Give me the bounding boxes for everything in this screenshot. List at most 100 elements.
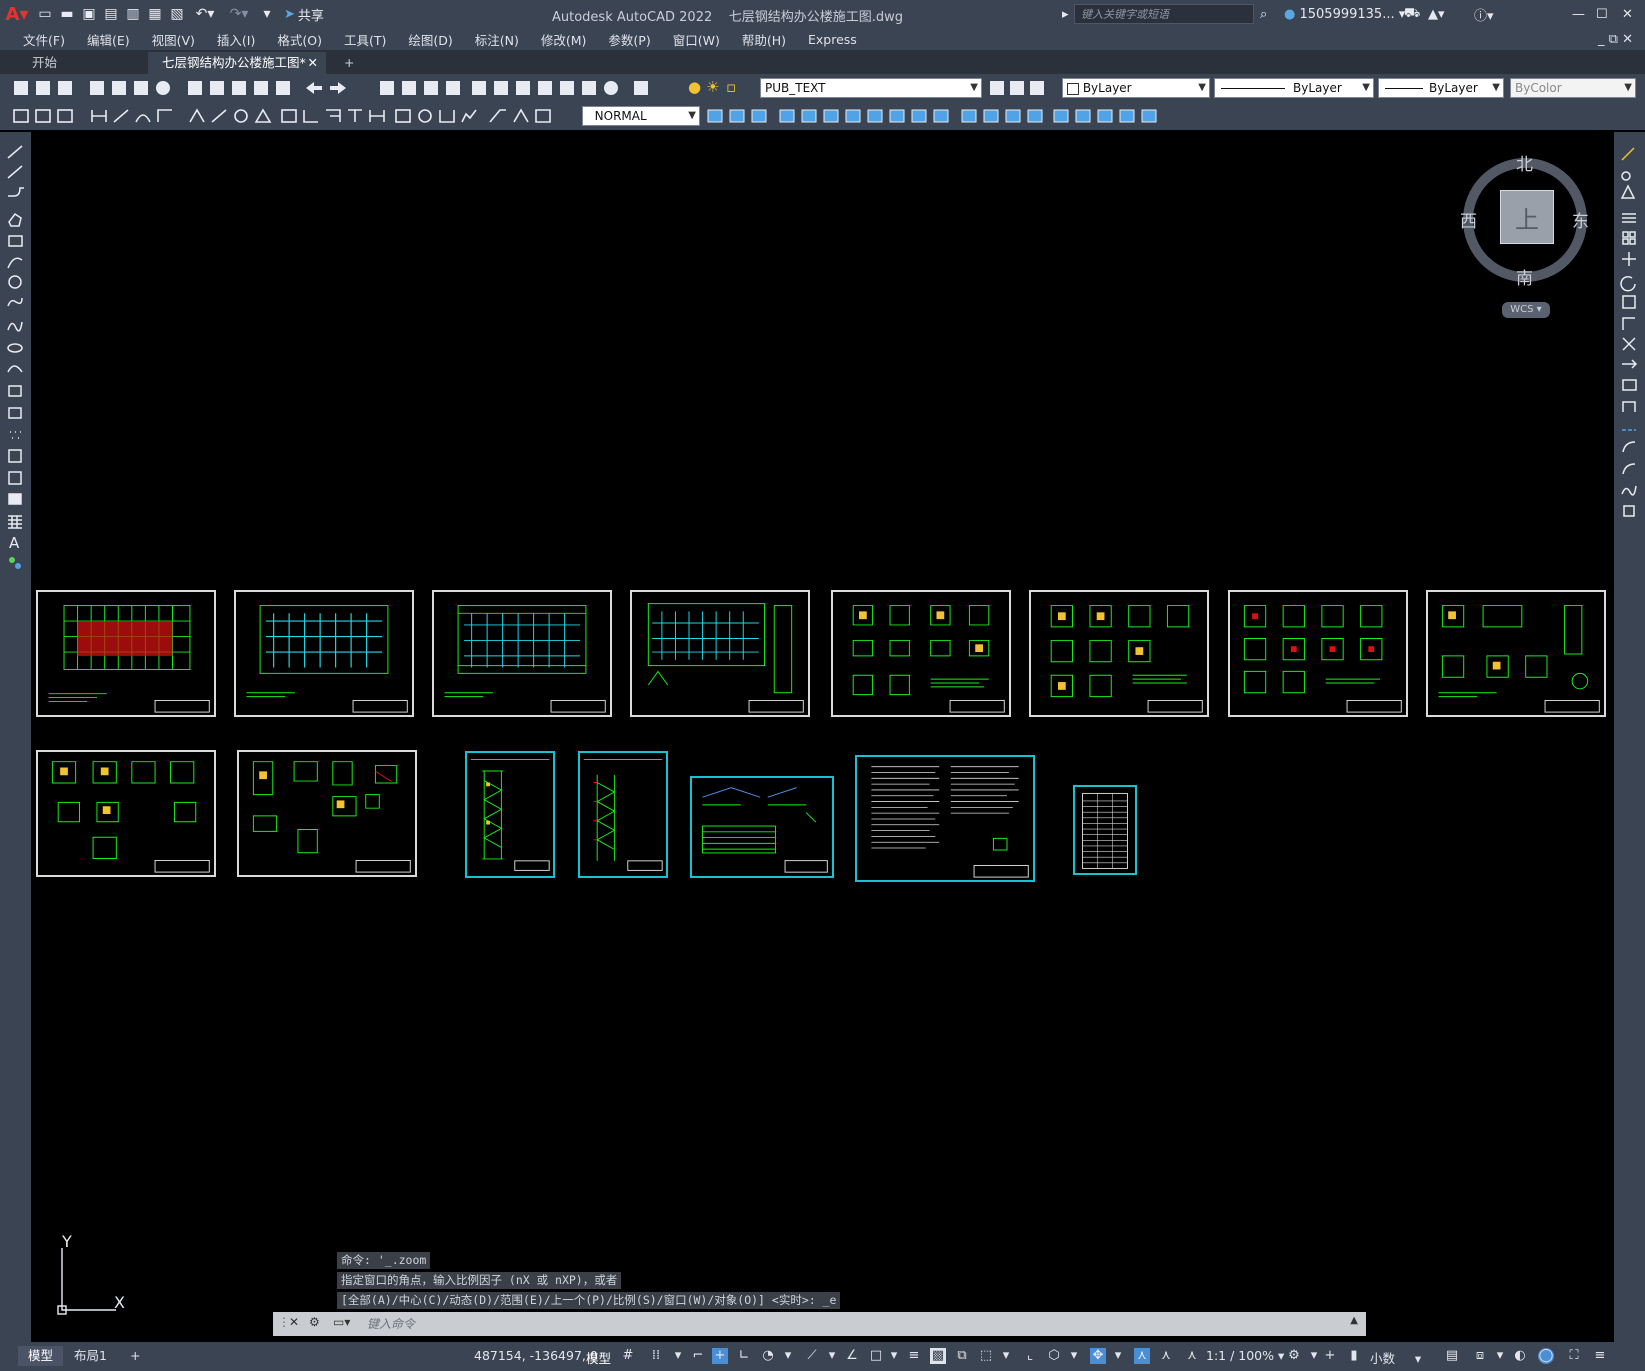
drawing-sheet[interactable] [855,755,1035,882]
dropdown-icon[interactable]: ▾ [670,1348,686,1364]
open-file-icon[interactable]: ▬ [56,3,78,25]
publish-icon[interactable]: ▥ [122,3,144,25]
tab-close-icon[interactable]: ✕ [308,52,318,74]
clean-screen-icon[interactable]: ⛶ [1566,1348,1582,1364]
menu-format[interactable]: 格式(O) [266,30,333,49]
drawing-sheet[interactable] [690,776,834,878]
drawing-sheet[interactable] [234,590,414,717]
drawing-sheet[interactable] [1426,590,1606,717]
layer-on-icon[interactable]: ● [688,78,708,98]
draw-tool-icons[interactable]: A [0,140,31,600]
redo-icon[interactable]: ↷▾ [222,3,256,25]
quick-properties-icon[interactable]: ▤ [1444,1348,1460,1364]
viewcube-top-face[interactable]: 上 [1500,190,1554,244]
drawing-sheet[interactable] [465,751,555,878]
menu-dimension[interactable]: 标注(N) [464,30,530,49]
modify-tool-icons[interactable] [1614,142,1645,542]
menu-express[interactable]: Express [797,32,868,47]
drawing-sheet[interactable] [1029,590,1209,717]
lineweight-dropdown[interactable]: ByLayer ▼ [1378,78,1504,98]
3d-osnap-icon[interactable]: ⬚ [978,1348,994,1364]
dropdown-icon[interactable]: ▾ [998,1348,1014,1364]
isolate-objects-icon[interactable]: ◐ [1512,1348,1528,1364]
new-tab-button[interactable]: + [330,52,368,74]
tab-model[interactable]: 模型 [18,1346,64,1366]
menu-window[interactable]: 窗口(W) [662,30,731,49]
customize-icon[interactable]: ⚙ [309,1315,320,1329]
modify-toolbar-icons[interactable] [704,102,1204,130]
share-button[interactable]: ➤ 共享 [284,5,324,24]
add-layout-button[interactable]: + [120,1346,150,1366]
recent-commands-icon[interactable]: ▭▾ [333,1315,350,1329]
plotstyle-dropdown[interactable]: ByColor ▼ [1510,78,1636,98]
infer-constraints-icon[interactable]: ⌐ [690,1348,706,1364]
cart-icon[interactable]: ⛟ [1404,4,1420,24]
units-dropdown[interactable]: 小数 ▾ [1370,1348,1421,1367]
layer-tool-icons[interactable] [986,74,1050,102]
annotation-visibility-icon[interactable]: ⋏ [1134,1348,1150,1364]
layer-dropdown[interactable]: PUB_TEXT ▼ [760,78,982,98]
drawing-sheet[interactable] [578,751,668,878]
gizmo-icon[interactable]: ✥ [1090,1348,1106,1364]
dropdown-icon[interactable]: ▾ [1492,1348,1508,1364]
auto-scale-icon[interactable]: ⋏ [1158,1348,1174,1364]
space-toggle[interactable]: 模型 [586,1348,611,1367]
osnap-icon[interactable]: □ [868,1348,884,1364]
compass-east[interactable]: 东 [1572,207,1589,232]
linetype-dropdown[interactable]: ByLayer ▼ [1214,78,1374,98]
menu-modify[interactable]: 修改(M) [530,30,598,49]
menu-parametric[interactable]: 参数(P) [597,30,661,49]
lineweight-icon[interactable]: ≡ [906,1348,922,1364]
tab-active-drawing[interactable]: 七层钢结构办公楼施工图* ✕ [148,52,326,74]
save-as-icon[interactable]: ▤ [100,3,122,25]
snap-icon[interactable]: ⁞⁞ [648,1348,664,1364]
dynamic-input-icon[interactable]: + [712,1348,728,1364]
workspace-gear-icon[interactable]: ⚙ [1286,1348,1302,1364]
selection-cycling-icon[interactable]: ⧉ [954,1348,970,1364]
compass-south[interactable]: 南 [1516,264,1533,289]
quick-access-dropdown-icon[interactable]: ▾ [256,3,278,25]
menu-insert[interactable]: 插入(I) [206,30,266,49]
menu-tools[interactable]: 工具(T) [333,30,397,49]
isodraft-icon[interactable]: ⟋ [804,1348,820,1364]
drawing-sheet[interactable] [36,590,216,717]
document-window-controls[interactable]: _ ⧉ ✕ [1598,32,1633,47]
drawing-sheet[interactable] [237,750,417,877]
search-input[interactable]: 键入关键字或短语 [1074,4,1254,24]
coordinate-readout[interactable]: 487154, -136497, 0 [474,1348,598,1363]
menu-edit[interactable]: 编辑(E) [76,30,141,49]
dropdown-icon[interactable]: ▾ [1306,1348,1322,1364]
help-icon[interactable]: ⓘ▾ [1474,4,1494,24]
annotation-scale-icon[interactable]: ⋏ [1184,1348,1200,1364]
drawing-sheet[interactable] [1073,785,1137,875]
autocad-logo-icon[interactable]: A▾ [0,4,34,25]
compass-north[interactable]: 北 [1516,150,1533,175]
wcs-menu-button[interactable]: WCS ▾ [1502,302,1550,318]
dropdown-icon[interactable]: ▾ [824,1348,840,1364]
dropdown-icon[interactable]: ▾ [1110,1348,1126,1364]
close-icon[interactable]: ✕ [1622,4,1633,24]
compass-west[interactable]: 西 [1460,207,1477,232]
user-account[interactable]: ● 1505999135... ▾ [1284,4,1405,24]
tab-layout1[interactable]: 布局1 [64,1346,117,1366]
minimize-icon[interactable]: — [1572,4,1585,24]
polar-tracking-icon[interactable]: ◔ [760,1348,776,1364]
drawing-sheet[interactable] [831,590,1011,717]
color-dropdown[interactable]: ByLayer ▼ [1062,78,1210,98]
ortho-icon[interactable]: ∟ [736,1348,752,1364]
menu-view[interactable]: 视图(V) [141,30,206,49]
undo-icon[interactable]: ↶▾ [188,3,222,25]
close-command-line-icon[interactable]: ✕ [289,1315,299,1329]
layer-lock-icon[interactable]: ▫ [726,78,746,98]
hardware-acceleration-icon[interactable]: ◯ [1538,1348,1554,1364]
menu-draw[interactable]: 绘图(D) [397,30,463,49]
tab-start[interactable]: 开始 [18,52,148,74]
drawing-canvas[interactable] [33,132,1610,1342]
dropdown-icon[interactable]: ▾ [1066,1348,1082,1364]
units-icon[interactable]: ▮ [1346,1348,1362,1364]
drawing-sheet[interactable] [1228,590,1408,717]
object-snap-tracking-icon[interactable]: ∠ [844,1348,860,1364]
menu-help[interactable]: 帮助(H) [731,30,797,49]
maximize-icon[interactable]: ☐ [1596,4,1608,24]
command-history-toggle-icon[interactable]: ▲ [1350,1315,1358,1326]
